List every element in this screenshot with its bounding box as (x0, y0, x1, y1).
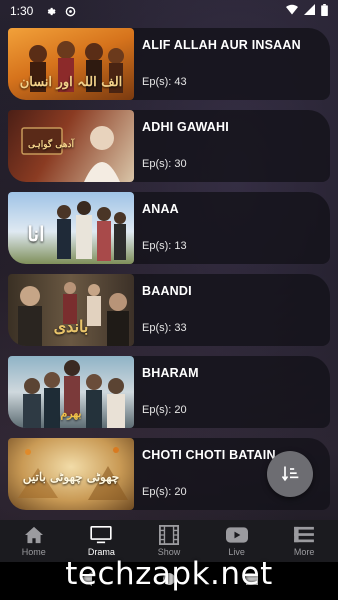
wifi-icon (286, 4, 298, 18)
drama-thumbnail: باندی (8, 274, 134, 346)
thumbnail-title-art: باندی (53, 317, 89, 336)
episode-count: Ep(s): 20 (142, 486, 187, 498)
episode-count: Ep(s): 13 (142, 240, 187, 252)
drama-thumbnail: چھوٹی چھوٹی باتیں (8, 438, 134, 510)
drama-thumbnail: آدھی گواہی (8, 110, 134, 182)
drama-list[interactable]: الف اللہ اور انسان ALIF ALLAH AUR INSAAN… (0, 22, 338, 520)
drama-card[interactable]: آدھی گواہی ADHI GAWAHI Ep(s): 30 (8, 110, 330, 182)
status-time: 1:30 (10, 4, 34, 18)
thumbnail-title-art: آدھی گواہی (27, 140, 75, 150)
drama-card[interactable]: باندی BAANDI Ep(s): 33 (8, 274, 330, 346)
drama-thumbnail: الف اللہ اور انسان (8, 28, 134, 100)
sort-icon (281, 466, 299, 482)
episode-count: Ep(s): 43 (142, 76, 187, 88)
episode-count: Ep(s): 30 (142, 158, 187, 170)
drama-thumbnail: انا (8, 192, 134, 264)
drama-title: BAANDI (142, 284, 192, 298)
film-icon (158, 525, 179, 545)
sort-button[interactable] (267, 451, 313, 497)
drama-title: ALIF ALLAH AUR INSAAN (142, 38, 301, 52)
home-icon (24, 525, 44, 545)
thumbnail-title-art: بھرم (60, 407, 82, 420)
drama-card[interactable]: الف اللہ اور انسان ALIF ALLAH AUR INSAAN… (8, 28, 330, 100)
drama-card[interactable]: انا ANAA Ep(s): 13 (8, 192, 330, 264)
thumbnail-title-art: الف اللہ اور انسان (19, 75, 123, 90)
episode-count: Ep(s): 20 (142, 404, 187, 416)
menu-icon (294, 525, 315, 545)
status-bar: 1:30 (0, 0, 338, 22)
drama-thumbnail: بھرم (8, 356, 134, 428)
watermark-text: techzapk.net (65, 556, 273, 592)
thumbnail-title-art: چھوٹی چھوٹی باتیں (22, 470, 120, 484)
vpn-icon (63, 4, 77, 18)
cell-signal-icon (304, 4, 315, 18)
drama-title: ANAA (142, 202, 179, 216)
drama-title: BHARAM (142, 366, 199, 380)
drama-card[interactable]: بھرم BHARAM Ep(s): 20 (8, 356, 330, 428)
episode-count: Ep(s): 33 (142, 322, 187, 334)
tv-icon (90, 525, 113, 545)
drama-title: ADHI GAWAHI (142, 120, 229, 134)
battery-icon (321, 3, 328, 19)
thumbnail-title-art: انا (27, 222, 45, 246)
settings-gear-icon (43, 4, 57, 18)
youtube-icon (225, 525, 248, 545)
